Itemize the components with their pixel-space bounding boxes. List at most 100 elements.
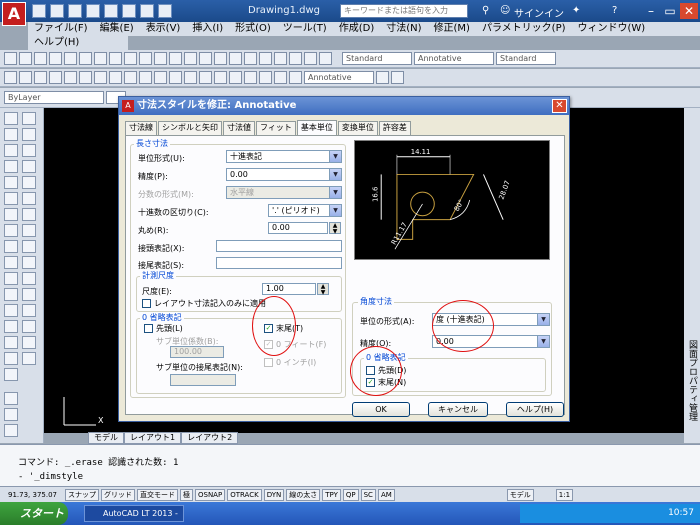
modify-mirror-icon[interactable] xyxy=(22,144,36,157)
exchange-icon[interactable]: ✦ xyxy=(572,5,580,16)
menu-help[interactable]: ヘルプ(H) xyxy=(28,36,128,50)
modify-copy-icon[interactable] xyxy=(22,128,36,141)
minimize-button[interactable]: – xyxy=(642,3,660,19)
dim-text-edit-icon[interactable] xyxy=(274,71,287,84)
mtext-icon[interactable] xyxy=(4,368,18,381)
layer-state-icon[interactable] xyxy=(391,71,404,84)
new-icon[interactable] xyxy=(4,52,17,65)
close-button[interactable]: ✕ xyxy=(680,3,698,19)
design-center-icon[interactable] xyxy=(244,52,257,65)
polyline-icon[interactable] xyxy=(4,144,18,157)
point-icon[interactable] xyxy=(4,288,18,301)
region-icon[interactable] xyxy=(4,336,18,349)
round-off-spinner-icon[interactable]: ▲ ▼ xyxy=(329,222,341,235)
print-icon[interactable] xyxy=(122,4,136,18)
toggle-otrack[interactable]: OTRACK xyxy=(227,488,262,501)
save-as-icon[interactable] xyxy=(86,4,100,18)
mirror-icon[interactable] xyxy=(4,424,18,437)
diameter-icon[interactable] xyxy=(94,71,107,84)
plot-icon[interactable] xyxy=(104,4,118,18)
menu-edit[interactable]: 編集(E) xyxy=(94,22,140,36)
circle-icon[interactable] xyxy=(4,208,18,221)
copy-obj-icon[interactable] xyxy=(4,408,18,421)
block-icon[interactable] xyxy=(4,272,18,285)
signin-link[interactable]: サインイン xyxy=(514,5,564,20)
redo-icon[interactable] xyxy=(154,52,167,65)
dim-update-icon[interactable] xyxy=(289,71,302,84)
move-icon[interactable] xyxy=(22,192,36,205)
menu-tools[interactable]: ツール(T) xyxy=(277,22,333,36)
markup-icon[interactable] xyxy=(289,52,302,65)
chevron-down-icon[interactable]: ▼ xyxy=(329,187,341,198)
zero-inches-checkbox[interactable] xyxy=(264,358,273,367)
help-button[interactable]: ヘルプ(H) xyxy=(506,402,564,417)
stretch-icon[interactable] xyxy=(22,240,36,253)
annotative-style-combo[interactable]: Annotative xyxy=(304,71,374,84)
toggle-lineweight[interactable]: 線の太さ xyxy=(286,488,321,501)
sheet-icon[interactable] xyxy=(274,52,287,65)
layer-icon[interactable] xyxy=(376,71,389,84)
autocad-logo[interactable]: A xyxy=(2,2,26,26)
toggle-dyn[interactable]: DYN xyxy=(263,488,285,501)
trim-icon[interactable] xyxy=(22,256,36,269)
break-obj-icon[interactable] xyxy=(22,288,36,301)
chevron-down-icon[interactable]: ▼ xyxy=(537,314,549,325)
toggle-polar[interactable]: 極 xyxy=(179,488,193,501)
baseline-icon[interactable] xyxy=(139,71,152,84)
search-input[interactable]: キーワードまたは語句を入力 xyxy=(340,4,468,18)
jogged-linear-icon[interactable] xyxy=(244,71,257,84)
help-icon[interactable] xyxy=(319,52,332,65)
continue-icon[interactable] xyxy=(154,71,167,84)
zoom-icon[interactable] xyxy=(184,52,197,65)
properties-icon[interactable] xyxy=(229,52,242,65)
unit-format-select[interactable]: 十進表記 ▼ xyxy=(226,150,342,163)
menu-dimension[interactable]: 寸法(N) xyxy=(380,22,427,36)
suffix-input[interactable] xyxy=(216,257,342,269)
preview-icon[interactable] xyxy=(64,52,77,65)
spline-icon[interactable] xyxy=(4,240,18,253)
dim-edit-icon[interactable] xyxy=(259,71,272,84)
cut-icon[interactable] xyxy=(79,52,92,65)
tool-palette-icon[interactable] xyxy=(259,52,272,65)
tab-layout1[interactable]: レイアウト1 xyxy=(124,432,182,444)
command-line-input[interactable]: - '_dimstyle xyxy=(18,472,83,482)
chevron-down-icon[interactable]: ▼ xyxy=(537,336,549,347)
arc-length-icon[interactable] xyxy=(34,71,47,84)
precision-select[interactable]: 0.00 ▼ xyxy=(226,168,342,181)
layout-only-checkbox[interactable] xyxy=(142,299,151,308)
ellipse-icon[interactable] xyxy=(4,256,18,269)
calc-icon[interactable] xyxy=(304,52,317,65)
help-icon[interactable]: ? xyxy=(612,5,617,16)
binoculars-icon[interactable]: ⚲ xyxy=(482,5,489,16)
ordinate-icon[interactable] xyxy=(49,71,62,84)
menu-format[interactable]: 形式(O) xyxy=(229,22,277,36)
zoom-prev-icon[interactable] xyxy=(214,52,227,65)
menu-window[interactable]: ウィンドウ(W) xyxy=(572,22,652,36)
radius-icon[interactable] xyxy=(64,71,77,84)
maximize-button[interactable]: ▭ xyxy=(661,3,679,19)
quick-dim-icon[interactable] xyxy=(124,71,137,84)
construction-line-icon[interactable] xyxy=(4,128,18,141)
toggle-qp[interactable]: QP xyxy=(342,488,359,501)
modify-erase-icon[interactable] xyxy=(22,112,36,125)
chamfer-icon[interactable] xyxy=(22,320,36,333)
erase-icon[interactable] xyxy=(4,392,18,405)
arc-icon[interactable] xyxy=(4,192,18,205)
toggle-sc[interactable]: SC xyxy=(360,488,376,501)
paste-icon[interactable] xyxy=(109,52,122,65)
join-icon[interactable] xyxy=(22,304,36,317)
aligned-dim-icon[interactable] xyxy=(19,71,32,84)
table-style-combo[interactable]: Standard xyxy=(496,52,556,65)
ok-button[interactable]: OK xyxy=(352,402,410,417)
new-file-icon[interactable] xyxy=(32,4,46,18)
menu-insert[interactable]: 挿入(I) xyxy=(186,22,229,36)
menu-modify[interactable]: 修正(M) xyxy=(428,22,476,36)
tolerance-icon[interactable] xyxy=(199,71,212,84)
break-icon[interactable] xyxy=(184,71,197,84)
decimal-separator-select[interactable]: '.' (ピリオド) ▼ xyxy=(268,204,342,217)
linear-leading-checkbox[interactable] xyxy=(144,324,153,333)
toggle-ortho[interactable]: 直交モード xyxy=(136,488,178,501)
revcloud-icon[interactable] xyxy=(4,224,18,237)
pan-icon[interactable] xyxy=(169,52,182,65)
subunit-suffix-input[interactable] xyxy=(170,374,236,386)
